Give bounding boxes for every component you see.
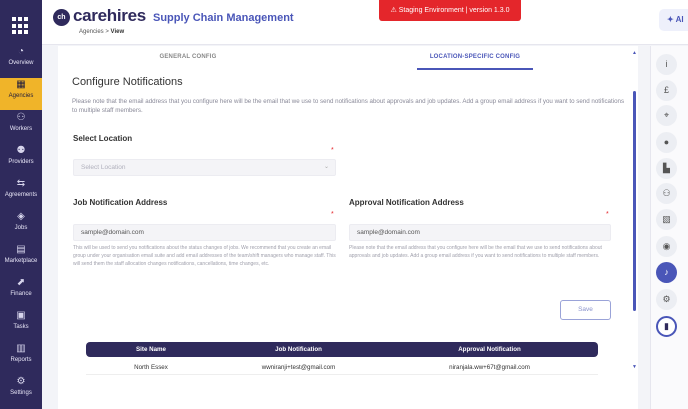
logo[interactable]: carehires [73, 6, 146, 26]
required-marker: * [606, 211, 609, 218]
scroll-up-icon[interactable]: ▲ [632, 50, 637, 56]
group-icon[interactable]: ⚇ [656, 183, 677, 204]
nav-item-agreements[interactable]: ⇆ Agreements [0, 177, 42, 209]
breadcrumb-separator: > [105, 29, 109, 35]
nav-item-label: Reports [10, 357, 32, 363]
job-notification-help: This will be used to send you notificati… [73, 245, 336, 267]
tab-general-config[interactable]: GENERAL CONFIG [118, 50, 258, 70]
select-location-label: Select Location [73, 134, 133, 143]
agencies-icon: ▦ [16, 79, 26, 90]
settings-icon: ⚙ [16, 376, 26, 387]
table-header: Site Name Job Notification Approval Noti… [86, 342, 598, 357]
nav-item-label: Workers [9, 126, 33, 132]
save-button[interactable]: Save [560, 300, 611, 320]
select-location-placeholder: Select Location [81, 164, 126, 171]
breadcrumb-current: View [110, 29, 125, 35]
column-site-name: Site Name [136, 346, 166, 353]
approval-notification-help: Please note that the email address that … [349, 245, 602, 259]
cell-approval-notification: niranjala.ww+67t@gmail.com [449, 364, 530, 371]
workers-icon: ⚇ [16, 112, 26, 123]
job-notification-label: Job Notification Address [73, 198, 168, 207]
nav-item-workers[interactable]: ⚇ Workers [0, 111, 42, 143]
apps-grid-icon[interactable] [12, 17, 30, 35]
job-notification-input[interactable]: sample@domain.com [73, 224, 336, 241]
nav-item-finance[interactable]: ⬈ Finance [0, 276, 42, 308]
overview-icon: ◔ [17, 46, 25, 57]
settings-gear-icon[interactable]: ⚙ [656, 289, 677, 310]
nav-item-label: Agencies [8, 93, 34, 99]
nav-item-label: Marketplace [4, 258, 38, 264]
providers-icon: ⚉ [16, 145, 26, 156]
approval-notification-label: Approval Notification Address [349, 198, 464, 207]
breadcrumb: Agencies > View [79, 29, 124, 35]
location-pin-icon[interactable]: ⌖ [656, 105, 677, 126]
environment-banner: ⚠ Staging Environment | version 1.3.0 [379, 0, 521, 21]
nav-item-providers[interactable]: ⚉ Providers [0, 144, 42, 176]
logo-badge: ch [53, 9, 70, 26]
column-approval-notification: Approval Notification [458, 346, 521, 353]
marketplace-icon: ▤ [16, 244, 26, 255]
pound-icon[interactable]: £ [656, 80, 677, 101]
book-icon[interactable]: ▮ [656, 316, 677, 337]
chevron-down-icon: ⌄ [323, 164, 329, 170]
person-badge-icon[interactable]: ◉ [656, 236, 677, 257]
cell-site-name: North Essex [134, 364, 168, 371]
nav-item-overview[interactable]: ◔ Overview [0, 45, 42, 77]
finance-icon: ⬈ [16, 277, 26, 288]
required-marker: * [331, 147, 334, 154]
nav-item-jobs[interactable]: ◈ Jobs [0, 210, 42, 242]
vertical-scrollbar[interactable]: ▲ ▼ [631, 46, 638, 376]
nav-item-label: Providers [8, 159, 34, 165]
nav-item-label: Overview [8, 60, 34, 66]
cell-job-notification: wwniranji+test@gmail.com [261, 364, 336, 371]
tab-location-specific-config[interactable]: LOCATION-SPECIFIC CONFIG [417, 50, 533, 70]
bell-icon[interactable]: ♪ [656, 262, 677, 283]
info-icon[interactable]: i [656, 54, 677, 75]
top-header: ch carehires Supply Chain Management Age… [42, 0, 688, 45]
jobs-icon: ◈ [17, 211, 25, 222]
config-panel: GENERAL CONFIG LOCATION-SPECIFIC CONFIG … [58, 46, 638, 409]
nav-item-label: Tasks [13, 324, 29, 330]
clipboard-icon[interactable]: ▧ [656, 209, 677, 230]
nav-item-label: Jobs [14, 225, 28, 231]
nav-item-label: Agreements [4, 192, 38, 198]
ai-button[interactable]: ✦ AI [659, 9, 688, 31]
section-intro: Please note that the email address that … [72, 98, 625, 114]
tasks-icon: ▣ [16, 310, 26, 321]
nav-item-agencies[interactable]: ▦ Agencies [0, 78, 42, 110]
building-icon[interactable]: ▙ [656, 158, 677, 179]
nav-item-tasks[interactable]: ▣ Tasks [0, 309, 42, 341]
agreements-icon: ⇆ [16, 178, 26, 189]
nav-item-reports[interactable]: ▥ Reports [0, 342, 42, 374]
table-row[interactable]: North Essex wwniranji+test@gmail.com nir… [86, 360, 598, 375]
approval-notification-input[interactable]: sample@domain.com [349, 224, 611, 241]
section-title: Configure Notifications [72, 76, 183, 88]
reports-icon: ▥ [16, 343, 26, 354]
nav-item-settings[interactable]: ⚙ Settings [0, 375, 42, 407]
right-rail: i £ ⌖ ● ▙ ⚇ ▧ ◉ ♪ ⚙ ▮ [650, 46, 688, 409]
scroll-thumb[interactable] [633, 91, 636, 311]
column-job-notification: Job Notification [275, 346, 322, 353]
nav-item-label: Finance [10, 291, 32, 297]
scroll-down-icon[interactable]: ▼ [632, 364, 637, 370]
select-location-dropdown[interactable]: Select Location ⌄ [73, 159, 336, 176]
nav-item-label: Settings [10, 390, 32, 396]
left-navigation: ◔ Overview ▦ Agencies ⚇ Workers ⚉ Provid… [0, 0, 42, 409]
user-icon[interactable]: ● [656, 132, 677, 153]
breadcrumb-agencies[interactable]: Agencies [79, 29, 104, 35]
app-title: Supply Chain Management [153, 12, 294, 24]
nav-item-marketplace[interactable]: ▤ Marketplace [0, 243, 42, 275]
required-marker: * [331, 211, 334, 218]
